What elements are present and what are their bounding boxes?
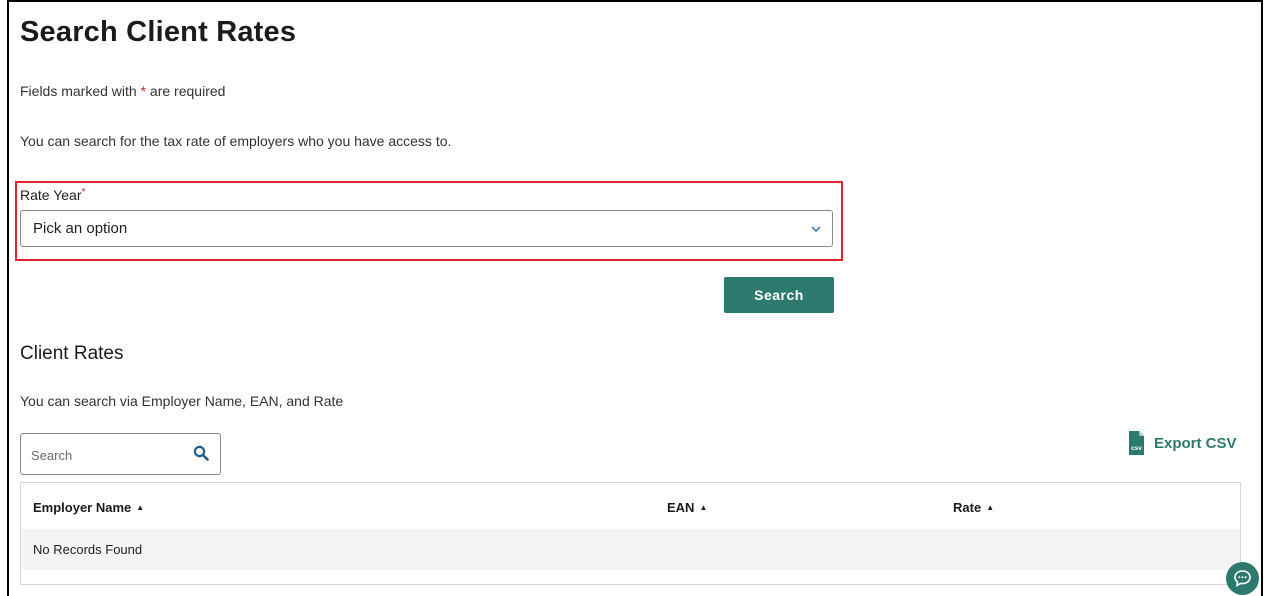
chevron-down-icon — [811, 226, 821, 233]
client-rates-search-input[interactable] — [29, 444, 183, 466]
rate-year-required-star: * — [81, 187, 86, 198]
sort-ascending-icon: ▲ — [699, 503, 708, 512]
page-title: Search Client Rates — [20, 16, 297, 48]
column-label: Employer Name — [33, 500, 132, 515]
chat-button[interactable] — [1226, 562, 1259, 595]
client-rates-search-box — [20, 433, 221, 475]
csv-file-icon: csv — [1129, 431, 1144, 455]
table-row: No Records Found — [21, 529, 1240, 570]
sort-ascending-icon: ▲ — [986, 503, 995, 512]
rate-year-selected-value: Pick an option — [33, 220, 128, 237]
column-label: EAN — [667, 500, 695, 515]
search-icon[interactable] — [193, 445, 209, 461]
export-csv-label: Export CSV — [1154, 434, 1237, 452]
rate-year-label-text: Rate Year — [20, 187, 82, 203]
empty-state-message: No Records Found — [33, 542, 143, 557]
chat-icon — [1234, 570, 1251, 588]
search-button[interactable]: Search — [724, 277, 834, 313]
export-csv-button[interactable]: csv Export CSV — [1126, 429, 1237, 457]
rate-year-select[interactable]: Pick an option — [20, 210, 833, 247]
client-rates-intro: You can search via Employer Name, EAN, a… — [20, 393, 344, 409]
required-note-prefix: Fields marked with — [20, 83, 141, 99]
required-fields-note: Fields marked with * are required — [20, 83, 225, 99]
client-rates-table: Employer Name ▲ EAN ▲ Rate ▲ No Records Fou… — [20, 482, 1241, 585]
rate-year-label: Rate Year* — [20, 187, 85, 203]
table-header: Employer Name ▲ EAN ▲ Rate ▲ — [21, 483, 1240, 530]
csv-icon-text: csv — [1131, 445, 1142, 452]
column-header-employer-name[interactable]: Employer Name ▲ — [33, 500, 144, 515]
sort-ascending-icon: ▲ — [136, 503, 145, 512]
column-label: Rate — [953, 500, 982, 515]
required-note-suffix: are required — [146, 83, 226, 99]
page-intro: You can search for the tax rate of emplo… — [20, 133, 452, 149]
client-rates-title: Client Rates — [20, 343, 124, 364]
column-header-rate[interactable]: Rate ▲ — [953, 500, 994, 515]
column-header-ean[interactable]: EAN ▲ — [667, 500, 707, 515]
